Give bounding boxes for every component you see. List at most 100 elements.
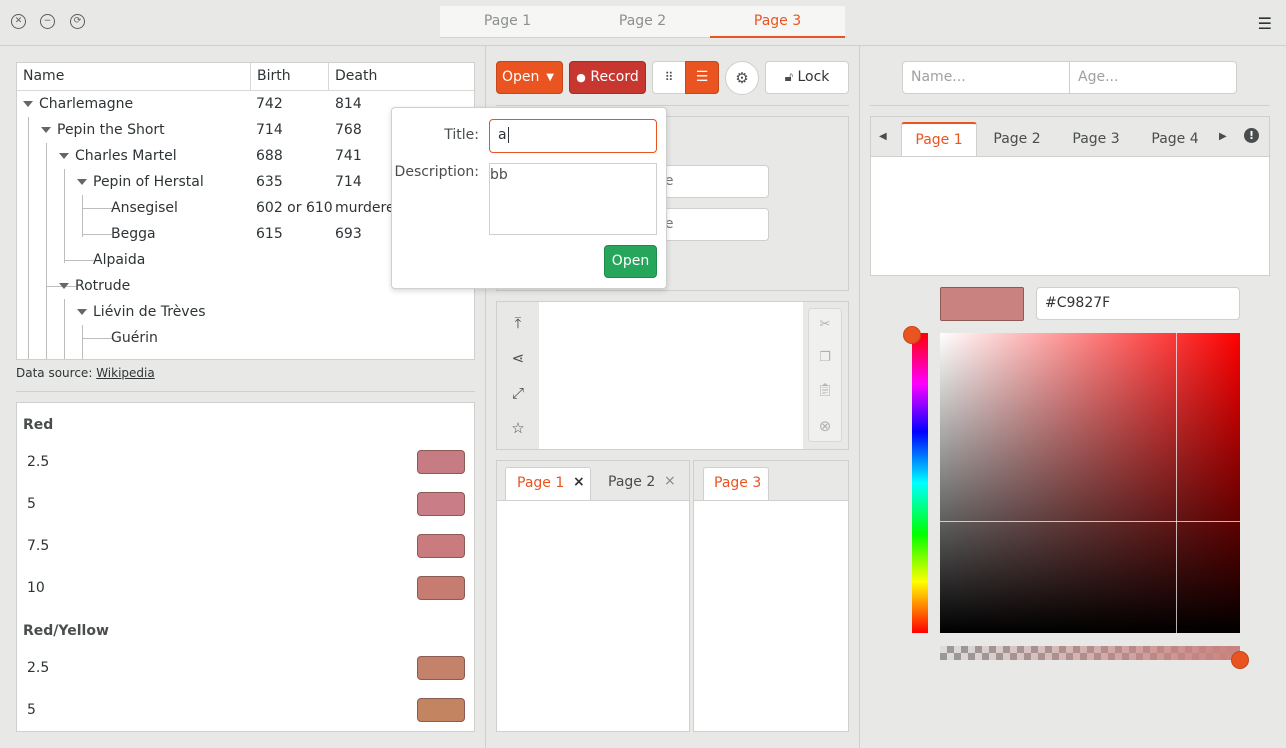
close-tab-icon[interactable]: × [573,474,585,490]
title-entry[interactable]: a [489,119,657,153]
wikipedia-link[interactable]: Wikipedia [96,366,155,380]
color-swatch[interactable] [417,656,465,680]
popover-open-button[interactable]: Open [604,245,657,278]
section-title-red-yellow: Red/Yellow [23,623,109,639]
color-swatch[interactable] [417,534,465,558]
restore-icon: ⟳ [73,16,82,26]
notebook-right-page [694,500,848,731]
upload-icon[interactable]: ⤒ [507,314,529,332]
separator [496,105,849,106]
tab-page-2[interactable]: Page 2 × [597,467,683,500]
tab-page-1[interactable]: Page 1 × [505,467,591,500]
description-textview[interactable]: bb [489,163,657,235]
name-input[interactable]: Name... [902,61,1070,94]
color-swatch[interactable] [417,450,465,474]
close-window-button[interactable]: ✕ [11,14,26,29]
section-title-red: Red [23,417,54,433]
scrollable-notebook: ◀ Page 1 Page 2 Page 3 Page 4 ▶ ! [870,116,1270,276]
minimize-window-button[interactable]: − [40,14,55,29]
header-tab-page-3[interactable]: Page 3 [710,6,845,38]
copy-icon[interactable]: ❐ [809,350,841,365]
separator [870,105,1270,106]
sv-crosshair-horizontal [940,521,1240,522]
dropdown-arrow-icon: ▼ [546,72,554,83]
close-tab-icon[interactable]: × [664,473,676,489]
expander-down-icon[interactable] [77,179,87,185]
grid-icon: ⠿ [664,70,674,84]
color-swatch[interactable] [417,576,465,600]
header-bar: ✕ − ⟳ Page 1 Page 2 Page 3 ☰ [0,0,1286,46]
expander-down-icon[interactable] [41,127,51,133]
right-notebook-page [871,156,1269,275]
list-view-button[interactable]: ☰ [685,61,719,94]
restore-window-button[interactable]: ⟳ [70,14,85,29]
description-label: Description: [394,164,479,180]
edit-toolbar: ✂ ❐ 📋︎ ⊗ [808,308,842,442]
expander-down-icon[interactable] [77,309,87,315]
hue-slider[interactable] [912,333,928,633]
right-tab-page-3[interactable]: Page 3 [1058,122,1134,156]
notebook-right: Page 3 [693,460,849,732]
record-dot-icon: ● [576,71,586,84]
gear-icon: ⚙ [735,69,749,87]
delete-icon[interactable]: ⊗ [809,417,841,435]
tab-page-3[interactable]: Page 3 [703,467,769,500]
scroll-left-arrow-icon[interactable]: ◀ [879,131,887,142]
info-icon[interactable]: ! [1244,128,1259,143]
column-header-death[interactable]: Death [329,63,474,91]
record-button[interactable]: ● Record [569,61,646,94]
title-label: Title: [444,127,479,143]
minimize-icon: − [43,16,52,26]
swatch-label: 2.5 [27,454,50,470]
notebook-left-page [497,500,689,731]
tree-row[interactable]: Liévin de Trèves [17,299,474,325]
settings-button[interactable]: ⚙ [725,61,759,95]
sv-crosshair-vertical [1176,333,1177,633]
scroll-right-arrow-icon[interactable]: ▶ [1219,131,1227,142]
current-color-swatch [940,287,1024,321]
notebook-left: Page 1 × Page 2 × [496,460,690,732]
column-header-name[interactable]: Name [17,63,251,91]
text-view[interactable] [539,302,803,449]
paste-icon[interactable]: 📋︎ [809,383,841,398]
age-input[interactable]: Age... [1069,61,1237,94]
star-icon[interactable]: ☆ [507,419,529,437]
color-swatch-list[interactable]: Red 2.5 5 7.5 10 Red/Yellow 2.5 5 [16,402,475,732]
hue-slider-handle[interactable] [903,326,921,344]
text-cursor [507,127,514,143]
lock-button[interactable]: 🔓︎ Lock [765,61,849,94]
fullscreen-icon[interactable]: ⤢ [507,384,529,402]
pane-separator [859,46,860,748]
expander-down-icon[interactable] [23,101,33,107]
data-source-caption: Data source: Wikipedia [16,366,155,380]
open-popover: Title: a Description: bb Open [391,107,667,289]
right-tab-page-4[interactable]: Page 4 [1137,122,1213,156]
lock-icon: 🔓︎ [784,70,794,85]
color-swatch[interactable] [417,698,465,722]
right-tab-page-1[interactable]: Page 1 [901,122,977,156]
swatch-label: 5 [27,702,36,718]
swatch-label: 5 [27,496,36,512]
header-tab-page-2[interactable]: Page 2 [575,6,710,38]
cut-icon[interactable]: ✂ [809,317,841,332]
swatch-label: 2.5 [27,660,50,676]
hamburger-menu-icon[interactable]: ☰ [1258,14,1272,33]
list-icon: ☰ [695,69,709,85]
header-tab-page-1[interactable]: Page 1 [440,6,575,38]
share-icon[interactable]: ⋖ [507,349,529,367]
textview-frame: ⤒ ⋖ ⤢ ☆ ✂ ❐ 📋︎ ⊗ [496,301,849,450]
tree-row[interactable]: Guérin [17,325,474,351]
close-icon: ✕ [14,16,23,26]
open-menu-button[interactable]: Open ▼ [496,61,563,94]
column-header-birth[interactable]: Birth [251,63,329,91]
expander-down-icon[interactable] [59,153,69,159]
alpha-slider-handle[interactable] [1231,651,1249,669]
swatch-label: 7.5 [27,538,50,554]
color-swatch[interactable] [417,492,465,516]
hex-color-input[interactable]: #C9827F [1036,287,1240,320]
saturation-value-plane[interactable] [940,333,1240,633]
alpha-slider[interactable] [940,646,1240,660]
expander-down-icon[interactable] [59,283,69,289]
right-tab-page-2[interactable]: Page 2 [979,122,1055,156]
grid-view-button[interactable]: ⠿ [652,61,686,94]
